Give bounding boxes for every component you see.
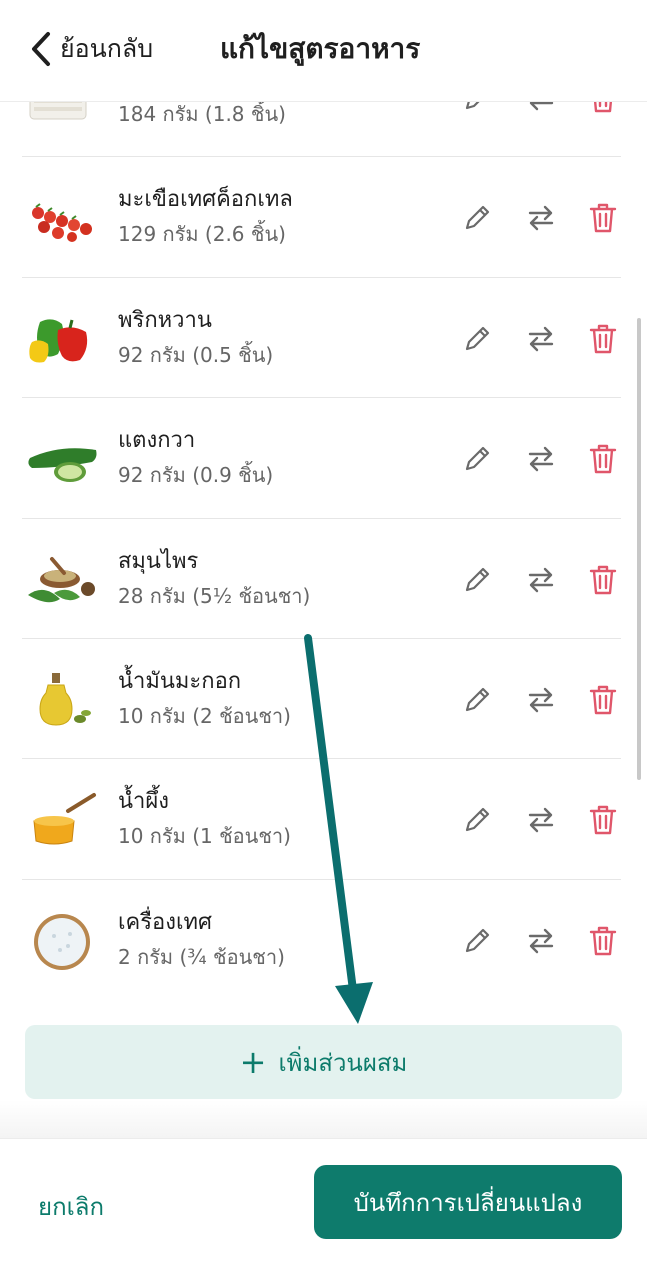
cancel-button[interactable]: ยกเลิก bbox=[38, 1187, 104, 1226]
delete-button[interactable] bbox=[586, 321, 620, 357]
plus-icon: + bbox=[239, 1043, 267, 1081]
cherry-tomatoes-image bbox=[32, 203, 92, 243]
edit-button[interactable] bbox=[460, 682, 494, 718]
pencil-icon bbox=[465, 447, 490, 471]
swap-button[interactable] bbox=[524, 682, 558, 718]
ingredient-amount: 184 กรัม (1.8 ชิ้น) bbox=[118, 102, 286, 126]
pencil-icon bbox=[465, 808, 490, 832]
add-ingredient-button[interactable]: + เพิ่มส่วนผสม bbox=[25, 1025, 622, 1099]
swap-arrows-icon bbox=[528, 928, 554, 953]
swap-button[interactable] bbox=[524, 802, 558, 838]
trash-icon bbox=[589, 324, 617, 353]
page-title: แก้ไขสูตรอาหาร bbox=[220, 32, 421, 65]
swap-arrows-icon bbox=[528, 687, 554, 713]
honey-image bbox=[33, 793, 96, 845]
ingredient-amount: 92 กรัม (0.9 ชิ้น) bbox=[118, 463, 274, 488]
scrollbar[interactable] bbox=[637, 318, 641, 780]
trash-icon bbox=[589, 685, 617, 715]
salt-bowl-image bbox=[34, 913, 90, 970]
delete-button[interactable] bbox=[586, 682, 620, 718]
ingredient-row: น้ำผึ้ง 10 กรัม (1 ช้อนชา) bbox=[22, 759, 621, 880]
swap-button[interactable] bbox=[524, 321, 558, 357]
save-changes-button[interactable]: บันทึกการเปลี่ยนแปลง bbox=[314, 1165, 622, 1239]
ingredient-row: เครื่องเทศ 2 กรัม (¾ ช้อนชา) bbox=[22, 880, 621, 1000]
bell-peppers-image bbox=[29, 319, 88, 363]
ingredient-amount: 92 กรัม (0.5 ชิ้น) bbox=[118, 342, 274, 367]
herbs-spices-image bbox=[28, 556, 95, 602]
delete-button[interactable] bbox=[586, 200, 620, 236]
ingredient-amount: 28 กรัม (5½ ช้อนชา) bbox=[118, 583, 311, 608]
pencil-icon bbox=[465, 326, 490, 350]
ingredient-name: มะเขือเทศค็อกเทล bbox=[118, 187, 293, 213]
ingredient-row: แตงกวา 92 กรัม (0.9 ชิ้น) bbox=[22, 398, 621, 519]
delete-button[interactable] bbox=[586, 802, 620, 838]
swap-button[interactable] bbox=[524, 441, 558, 477]
pencil-icon bbox=[465, 928, 490, 952]
ingredient-name: น้ำผึ้ง bbox=[118, 789, 170, 815]
scroll-fade bbox=[0, 1100, 647, 1138]
pencil-icon bbox=[465, 687, 490, 712]
edit-button[interactable] bbox=[460, 562, 494, 598]
trash-icon bbox=[589, 565, 617, 594]
ingredient-amount: 129 กรัม (2.6 ชิ้น) bbox=[118, 222, 286, 247]
footer-bar: ยกเลิก บันทึกการเปลี่ยนแปลง bbox=[0, 1138, 647, 1280]
ingredient-name: แตงกวา bbox=[118, 428, 196, 454]
swap-arrows-icon bbox=[528, 206, 554, 231]
ingredient-name: เครื่องเทศ bbox=[118, 909, 212, 935]
ingredient-name: พริกหวาน bbox=[118, 307, 212, 333]
edit-button[interactable] bbox=[460, 321, 494, 357]
ingredient-row: พริกหวาน 92 กรัม (0.5 ชิ้น) bbox=[22, 278, 621, 399]
swap-button[interactable] bbox=[524, 562, 558, 598]
edit-button[interactable] bbox=[460, 802, 494, 838]
header-bar: ย้อนกลับ แก้ไขสูตรอาหาร bbox=[0, 0, 647, 102]
back-label: ย้อนกลับ bbox=[60, 34, 154, 63]
ingredient-row: น้ำมันมะกอก 10 กรัม (2 ช้อนชา) bbox=[22, 639, 621, 760]
trash-icon bbox=[589, 926, 617, 955]
ingredient-name: สมุนไพร bbox=[118, 548, 199, 574]
edit-button[interactable] bbox=[460, 923, 494, 959]
ingredient-amount: 2 กรัม (¾ ช้อนชา) bbox=[118, 944, 285, 969]
edit-button[interactable] bbox=[460, 200, 494, 236]
trash-icon bbox=[589, 204, 617, 233]
pencil-icon bbox=[465, 567, 490, 591]
delete-button[interactable] bbox=[586, 562, 620, 598]
swap-button[interactable] bbox=[524, 200, 558, 236]
ingredient-name: น้ำมันมะกอก bbox=[118, 668, 242, 694]
ingredient-row: มะเขือเทศค็อกเทล 129 กรัม (2.6 ชิ้น) bbox=[22, 157, 621, 278]
swap-arrows-icon bbox=[528, 326, 554, 351]
swap-button[interactable] bbox=[524, 923, 558, 959]
back-button[interactable]: ย้อนกลับ bbox=[28, 28, 153, 70]
ingredient-row: สมุนไพร 28 กรัม (5½ ช้อนชา) bbox=[22, 519, 621, 639]
swap-arrows-icon bbox=[528, 567, 554, 592]
chevron-left-icon bbox=[32, 32, 50, 66]
edit-button[interactable] bbox=[460, 441, 494, 477]
trash-icon bbox=[589, 806, 617, 835]
olive-oil-image bbox=[39, 672, 91, 726]
swap-arrows-icon bbox=[528, 808, 554, 833]
swap-arrows-icon bbox=[528, 446, 554, 472]
delete-button[interactable] bbox=[586, 923, 620, 959]
pencil-icon bbox=[465, 206, 490, 230]
trash-icon bbox=[589, 444, 617, 474]
cucumber-image bbox=[28, 448, 97, 483]
add-ingredient-label: เพิ่มส่วนผสม bbox=[278, 1048, 408, 1077]
ingredient-amount: 10 กรัม (1 ช้อนชา) bbox=[118, 824, 291, 849]
ingredient-list: 184 กรัม (1.8 ชิ้น) มะเขือเทศค็อกเทล 129… bbox=[0, 37, 647, 1000]
ingredient-amount: 10 กรัม (2 ช้อนชา) bbox=[118, 703, 291, 728]
delete-button[interactable] bbox=[586, 441, 620, 477]
